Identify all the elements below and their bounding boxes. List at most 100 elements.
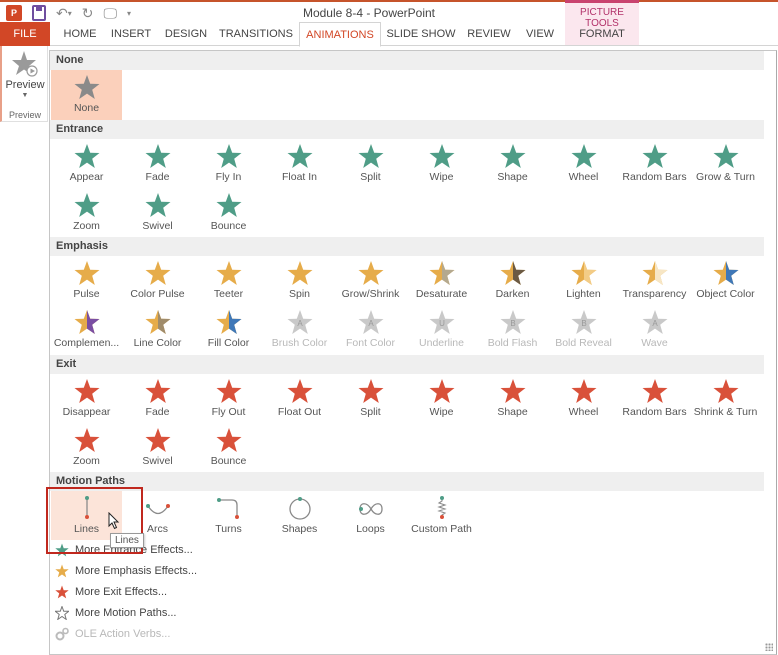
animation-label: Zoom	[73, 220, 100, 232]
exit-wheel-star-icon	[571, 379, 597, 403]
emphasis-font-color-star-icon: A	[358, 310, 384, 334]
animation-label: Color Pulse	[130, 288, 185, 300]
animation-motion-shapes[interactable]: Shapes	[264, 491, 335, 540]
menu-item-more-entrance-effects[interactable]: More Entrance Effects...	[55, 540, 355, 560]
animation-label: Complemen...	[53, 337, 120, 349]
animation-emphasis-color-pulse[interactable]: Color Pulse	[122, 256, 193, 305]
animation-emphasis-spin[interactable]: Spin	[264, 256, 335, 305]
animation-motion-loops[interactable]: Loops	[335, 491, 406, 540]
tab-review[interactable]: REVIEW	[464, 22, 514, 46]
entrance-appear-star-icon	[74, 144, 100, 168]
exit-float-out-star-icon	[287, 379, 313, 403]
animation-emphasis-bold-reveal[interactable]: B Bold Reveal	[548, 305, 619, 354]
tab-slide-show[interactable]: SLIDE SHOW	[386, 22, 456, 46]
exit-zoom-star-icon	[74, 428, 100, 452]
animation-label: Brush Color	[271, 337, 328, 349]
animation-entrance-shape[interactable]: Shape	[477, 139, 548, 188]
animation-emphasis-font-color[interactable]: A Font Color	[335, 305, 406, 354]
section-header-emphasis: Emphasis	[50, 237, 764, 256]
animation-emphasis-transparency[interactable]: Transparency	[619, 256, 690, 305]
entrance-fade-star-icon	[145, 144, 171, 168]
emphasis-darken-star-icon	[500, 261, 526, 285]
resize-grip[interactable]	[765, 643, 773, 651]
tab-view[interactable]: VIEW	[522, 22, 558, 46]
animation-exit-bounce[interactable]: Bounce	[193, 423, 264, 472]
animation-emphasis-brush-color[interactable]: A Brush Color	[264, 305, 335, 354]
animation-label: Float Out	[277, 406, 322, 418]
animation-emphasis-object-color[interactable]: Object Color	[690, 256, 761, 305]
animation-emphasis-pulse[interactable]: Pulse	[51, 256, 122, 305]
animation-entrance-wheel[interactable]: Wheel	[548, 139, 619, 188]
animation-motion-custom-path[interactable]: Custom Path	[406, 491, 477, 540]
animation-label: Swivel	[142, 220, 173, 232]
entrance-split-star-icon	[358, 144, 384, 168]
menu-item-more-emphasis-effects[interactable]: More Emphasis Effects...	[55, 561, 355, 581]
custom-path-path-icon	[437, 496, 447, 519]
svg-text:A: A	[297, 319, 303, 328]
menu-item-more-motion-paths[interactable]: More Motion Paths...	[55, 603, 355, 623]
animation-entrance-swivel[interactable]: Swivel	[122, 188, 193, 237]
animation-emphasis-desaturate[interactable]: Desaturate	[406, 256, 477, 305]
tab-file[interactable]: FILE	[0, 22, 50, 46]
animation-label: Wheel	[568, 171, 599, 183]
animation-entrance-float-in[interactable]: Float In	[264, 139, 335, 188]
animation-label: Pulse	[73, 288, 100, 300]
animation-exit-fade[interactable]: Fade	[122, 374, 193, 423]
animation-exit-shrink-turn[interactable]: Shrink & Turn	[690, 374, 761, 423]
emphasis-underline-star-icon: U	[429, 310, 455, 334]
mouse-cursor-icon	[108, 512, 120, 530]
entrance-wipe-star-icon	[429, 144, 455, 168]
animation-emphasis-underline[interactable]: U Underline	[406, 305, 477, 354]
tab-format[interactable]: FORMAT	[565, 22, 639, 46]
animation-emphasis-line-color[interactable]: Line Color	[122, 305, 193, 354]
animation-entrance-fly-in[interactable]: Fly In	[193, 139, 264, 188]
animation-entrance-wipe[interactable]: Wipe	[406, 139, 477, 188]
animation-emphasis-grow-shrink[interactable]: Grow/Shrink	[335, 256, 406, 305]
preview-button[interactable]: Preview ▼	[2, 46, 48, 106]
animation-exit-random-bars[interactable]: Random Bars	[619, 374, 690, 423]
animation-entrance-zoom[interactable]: Zoom	[51, 188, 122, 237]
tab-animations[interactable]: ANIMATIONS	[299, 22, 381, 47]
animation-exit-swivel[interactable]: Swivel	[122, 423, 193, 472]
animation-exit-wheel[interactable]: Wheel	[548, 374, 619, 423]
animation-emphasis-complemen[interactable]: Complemen...	[51, 305, 122, 354]
animation-label: Fly Out	[211, 406, 246, 418]
animation-exit-float-out[interactable]: Float Out	[264, 374, 335, 423]
animation-emphasis-wave[interactable]: A Wave	[619, 305, 690, 354]
tab-transitions[interactable]: TRANSITIONS	[218, 22, 294, 46]
animation-exit-disappear[interactable]: Disappear	[51, 374, 122, 423]
animation-exit-zoom[interactable]: Zoom	[51, 423, 122, 472]
tab-home[interactable]: HOME	[55, 22, 105, 46]
animation-exit-fly-out[interactable]: Fly Out	[193, 374, 264, 423]
animation-label: Darken	[495, 288, 530, 300]
animation-entrance-random-bars[interactable]: Random Bars	[619, 139, 690, 188]
menu-item-label: More Exit Effects...	[75, 586, 168, 598]
chevron-down-icon[interactable]: ▼	[2, 92, 48, 99]
animation-exit-wipe[interactable]: Wipe	[406, 374, 477, 423]
animation-emphasis-lighten[interactable]: Lighten	[548, 256, 619, 305]
animation-exit-shape[interactable]: Shape	[477, 374, 548, 423]
animation-label: Float In	[281, 171, 318, 183]
animation-emphasis-bold-flash[interactable]: B Bold Flash	[477, 305, 548, 354]
tab-insert[interactable]: INSERT	[108, 22, 154, 46]
exit-fade-star-icon	[145, 379, 171, 403]
emphasis-color-pulse-star-icon	[145, 261, 171, 285]
animation-entrance-bounce[interactable]: Bounce	[193, 188, 264, 237]
animation-entrance-grow-turn[interactable]: Grow & Turn	[690, 139, 761, 188]
animation-entrance-appear[interactable]: Appear	[51, 139, 122, 188]
animation-entrance-split[interactable]: Split	[335, 139, 406, 188]
entrance-bounce-star-icon	[216, 193, 242, 217]
svg-text:A: A	[652, 319, 658, 328]
menu-item-ole-action-verbs: OLE Action Verbs...	[55, 624, 355, 644]
animation-exit-split[interactable]: Split	[335, 374, 406, 423]
title-bar: P ↶ ▾ ↻ 🖵 ▾ Module 8-4 - PowerPoint	[0, 0, 778, 24]
animation-none-none[interactable]: None	[51, 70, 122, 120]
tab-design[interactable]: DESIGN	[160, 22, 212, 46]
animation-emphasis-fill-color[interactable]: Fill Color	[193, 305, 264, 354]
menu-item-more-exit-effects[interactable]: More Exit Effects...	[55, 582, 355, 602]
animation-emphasis-darken[interactable]: Darken	[477, 256, 548, 305]
animation-emphasis-teeter[interactable]: Teeter	[193, 256, 264, 305]
animation-label: Teeter	[213, 288, 244, 300]
animation-entrance-fade[interactable]: Fade	[122, 139, 193, 188]
animation-motion-turns[interactable]: Turns	[193, 491, 264, 540]
